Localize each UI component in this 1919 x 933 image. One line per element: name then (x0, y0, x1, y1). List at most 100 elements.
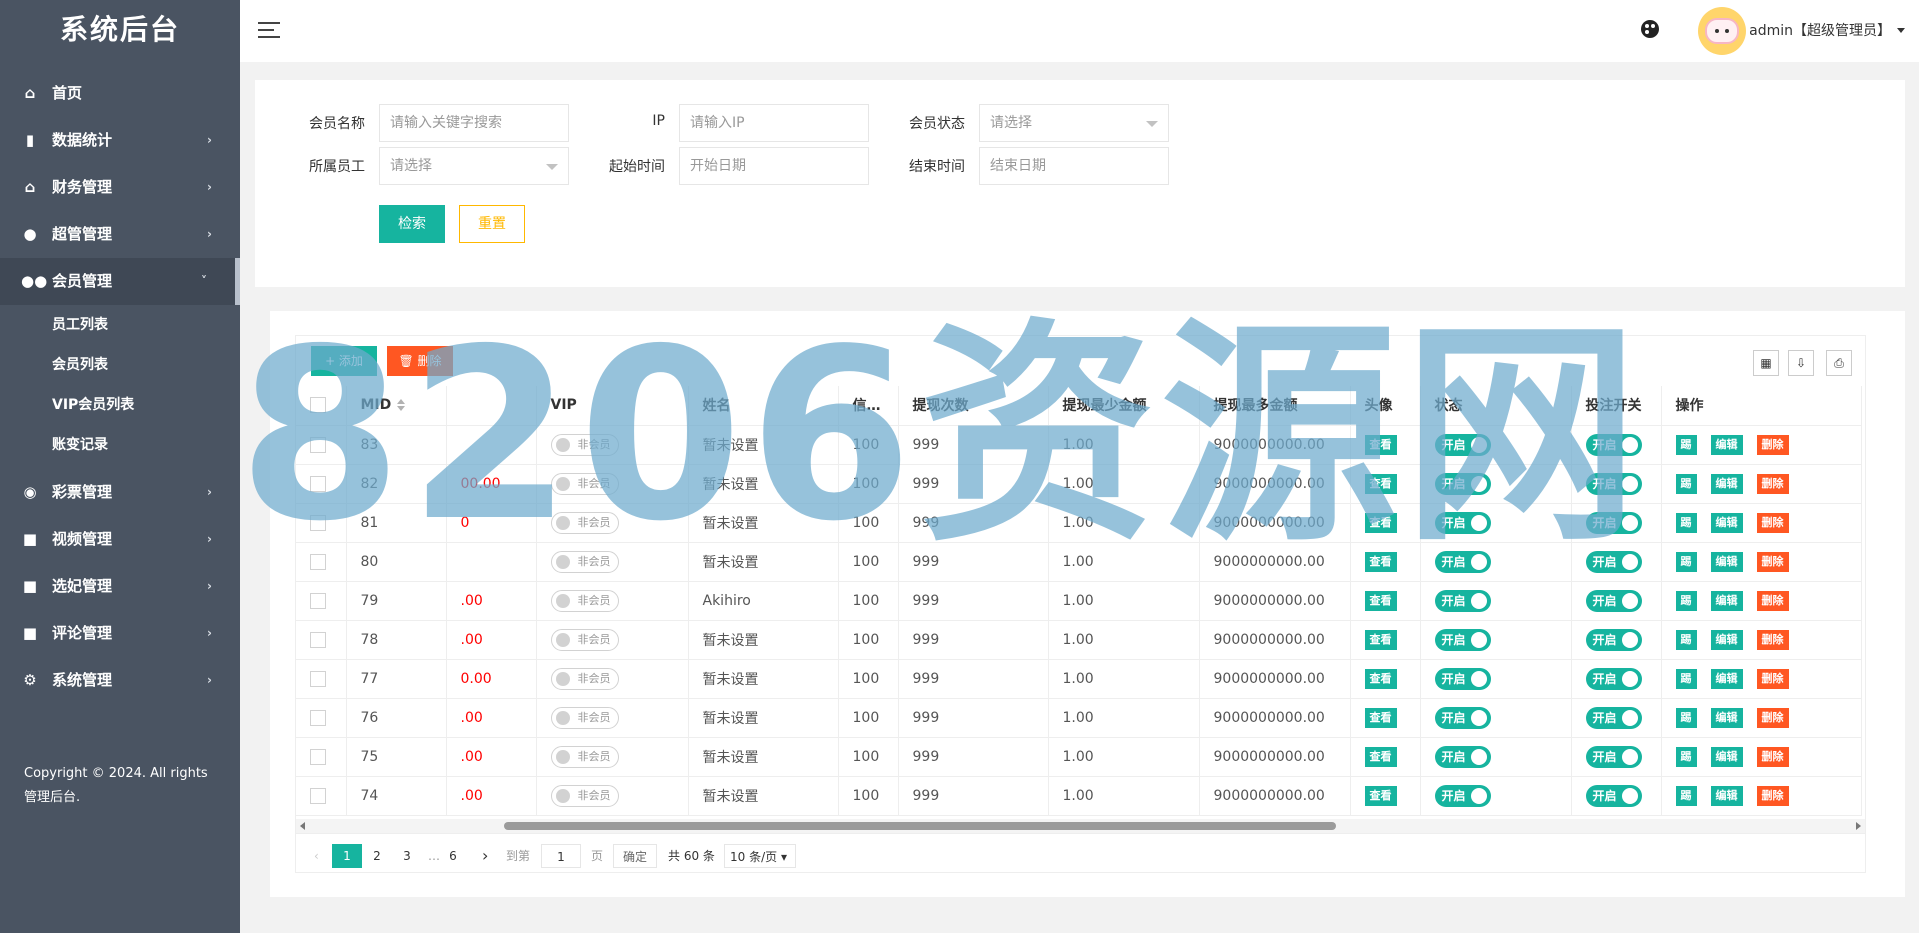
sidebar-item-video[interactable]: ■ 视频管理 › (0, 516, 240, 563)
member-status-select[interactable]: 请选择 (979, 104, 1169, 142)
edit-button[interactable]: 编辑 (1710, 473, 1743, 494)
status-switch[interactable]: 开启 (1434, 511, 1491, 534)
edit-button[interactable]: 编辑 (1710, 707, 1743, 728)
search-button[interactable]: 检索 (379, 205, 445, 243)
scrollbar-thumb[interactable] (504, 822, 1336, 830)
goto-confirm-button[interactable]: 确定 (613, 844, 657, 868)
bet-switch[interactable]: 开启 (1585, 589, 1642, 612)
vip-switch[interactable]: 非会员 (550, 628, 619, 651)
delete-button[interactable]: 删除 (1756, 629, 1789, 650)
scroll-left-icon[interactable] (300, 822, 305, 830)
submenu-item-balance-log[interactable]: 账变记录 (0, 425, 240, 465)
kick-button[interactable]: 踢 (1675, 707, 1697, 728)
edit-button[interactable]: 编辑 (1710, 668, 1743, 689)
view-avatar-button[interactable]: 查看 (1364, 668, 1397, 689)
status-switch[interactable]: 开启 (1434, 706, 1491, 729)
kick-button[interactable]: 踢 (1675, 668, 1697, 689)
sidebar-item-lottery[interactable]: ◉ 彩票管理 › (0, 469, 240, 516)
status-switch[interactable]: 开启 (1434, 433, 1491, 456)
bet-switch[interactable]: 开启 (1585, 433, 1642, 456)
delete-button[interactable]: 删除 (1756, 434, 1789, 455)
row-checkbox[interactable] (296, 659, 347, 699)
view-avatar-button[interactable]: 查看 (1364, 473, 1397, 494)
status-switch[interactable]: 开启 (1434, 550, 1491, 573)
col-mid[interactable]: MID (346, 386, 447, 426)
status-switch[interactable]: 开启 (1434, 628, 1491, 651)
delete-button[interactable]: 删除 (1756, 473, 1789, 494)
kick-button[interactable]: 踢 (1675, 746, 1697, 767)
delete-button[interactable]: 删除 (1756, 707, 1789, 728)
export-icon[interactable]: ⇩ (1788, 350, 1814, 376)
status-switch[interactable]: 开启 (1434, 745, 1491, 768)
status-switch[interactable]: 开启 (1434, 589, 1491, 612)
row-checkbox[interactable] (296, 425, 347, 465)
delete-button[interactable]: 删除 (1756, 668, 1789, 689)
submenu-item-staff-list[interactable]: 员工列表 (0, 305, 240, 345)
sort-icon[interactable] (397, 399, 406, 412)
kick-button[interactable]: 踢 (1675, 434, 1697, 455)
edit-button[interactable]: 编辑 (1710, 629, 1743, 650)
next-page-icon[interactable]: › (482, 844, 488, 868)
delete-button[interactable]: 删除 (1756, 590, 1789, 611)
sidebar-item-select[interactable]: ■ 选妃管理 › (0, 563, 240, 610)
vip-switch[interactable]: 非会员 (550, 472, 619, 495)
row-checkbox[interactable] (296, 542, 347, 582)
bet-switch[interactable]: 开启 (1585, 745, 1642, 768)
page-3[interactable]: 3 (392, 844, 422, 868)
bet-switch[interactable]: 开启 (1585, 706, 1642, 729)
menu-toggle-icon[interactable] (258, 22, 280, 40)
sidebar-item-home[interactable]: ⌂ 首页 (0, 70, 240, 117)
sidebar-item-finance[interactable]: ⌂ 财务管理 › (0, 164, 240, 211)
edit-button[interactable]: 编辑 (1710, 551, 1743, 572)
kick-button[interactable]: 踢 (1675, 551, 1697, 572)
page-2[interactable]: 2 (362, 844, 392, 868)
palette-icon[interactable] (1641, 20, 1659, 38)
avatar[interactable] (1698, 7, 1746, 55)
edit-button[interactable]: 编辑 (1710, 785, 1743, 806)
view-avatar-button[interactable]: 查看 (1364, 785, 1397, 806)
edit-button[interactable]: 编辑 (1710, 512, 1743, 533)
row-checkbox[interactable] (296, 776, 347, 816)
member-name-input[interactable]: 请输入关键字搜索 (379, 104, 569, 142)
row-checkbox[interactable] (296, 698, 347, 738)
goto-page-input[interactable]: 1 (541, 844, 581, 868)
delete-button[interactable]: 删除 (1756, 746, 1789, 767)
row-checkbox[interactable] (296, 737, 347, 777)
status-switch[interactable]: 开启 (1434, 667, 1491, 690)
view-avatar-button[interactable]: 查看 (1364, 746, 1397, 767)
view-avatar-button[interactable]: 查看 (1364, 629, 1397, 650)
end-date-input[interactable]: 结束日期 (979, 147, 1169, 185)
reset-button[interactable]: 重置 (459, 205, 525, 243)
delete-button[interactable]: 删除 (1756, 551, 1789, 572)
select-all-checkbox[interactable] (296, 386, 347, 426)
caret-down-icon[interactable] (1897, 28, 1905, 33)
page-1[interactable]: 1 (332, 844, 362, 868)
view-avatar-button[interactable]: 查看 (1364, 707, 1397, 728)
edit-button[interactable]: 编辑 (1710, 746, 1743, 767)
vip-switch[interactable]: 非会员 (550, 433, 619, 456)
staff-select[interactable]: 请选择 (379, 147, 569, 185)
sidebar-item-stats[interactable]: ▮ 数据统计 › (0, 117, 240, 164)
scroll-right-icon[interactable] (1856, 822, 1861, 830)
edit-button[interactable]: 编辑 (1710, 434, 1743, 455)
view-avatar-button[interactable]: 查看 (1364, 512, 1397, 533)
kick-button[interactable]: 踢 (1675, 473, 1697, 494)
batch-delete-button[interactable]: 🗑 删除 (387, 346, 453, 376)
vip-switch[interactable]: 非会员 (550, 511, 619, 534)
vip-switch[interactable]: 非会员 (550, 667, 619, 690)
kick-button[interactable]: 踢 (1675, 590, 1697, 611)
status-switch[interactable]: 开启 (1434, 472, 1491, 495)
print-icon[interactable]: ⎙ (1826, 350, 1852, 376)
vip-switch[interactable]: 非会员 (550, 784, 619, 807)
start-date-input[interactable]: 开始日期 (679, 147, 869, 185)
bet-switch[interactable]: 开启 (1585, 784, 1642, 807)
delete-button[interactable]: 删除 (1756, 785, 1789, 806)
sidebar-item-comments[interactable]: ■ 评论管理 › (0, 610, 240, 657)
view-avatar-button[interactable]: 查看 (1364, 590, 1397, 611)
submenu-item-vip-list[interactable]: VIP会员列表 (0, 385, 240, 425)
page-6[interactable]: 6 (438, 844, 468, 868)
row-checkbox[interactable] (296, 620, 347, 660)
sidebar-item-admin[interactable]: ● 超管管理 › (0, 211, 240, 258)
edit-button[interactable]: 编辑 (1710, 590, 1743, 611)
row-checkbox[interactable] (296, 464, 347, 504)
